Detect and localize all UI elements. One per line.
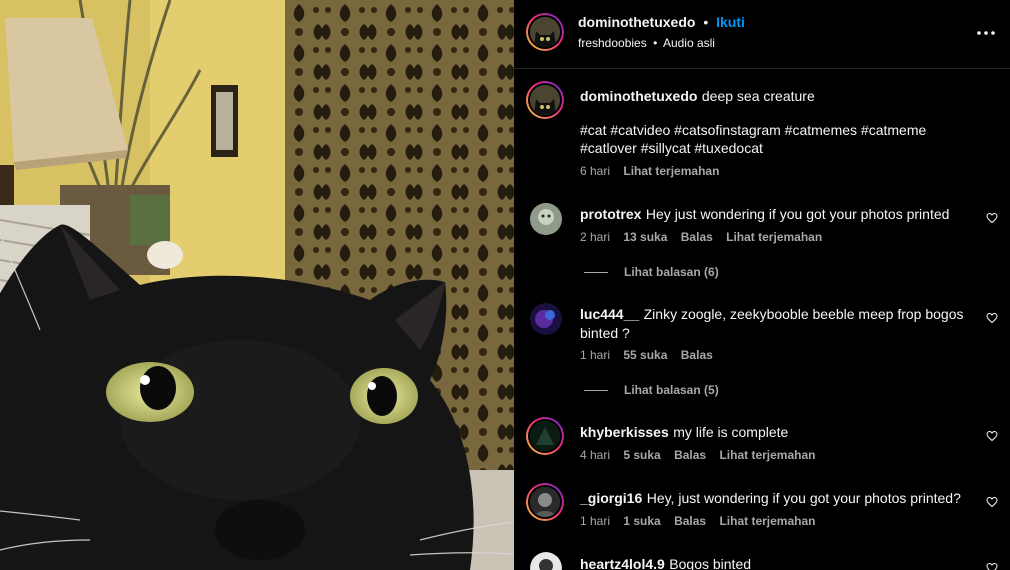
- heart-icon[interactable]: [986, 430, 998, 442]
- comment-text: Hey just wondering if you got your photo…: [645, 206, 950, 222]
- replies-line: [584, 272, 608, 274]
- comment-text: Hey, just wondering if you got your phot…: [646, 490, 961, 506]
- caption-hashtags[interactable]: #cat #catvideo #catsofinstagram #catmeme…: [580, 121, 980, 157]
- cat-avatar-icon: [530, 85, 560, 115]
- heart-icon[interactable]: [986, 562, 998, 570]
- comment-username[interactable]: khyberkisses: [580, 424, 669, 440]
- comment-text: my life is complete: [673, 424, 789, 440]
- comment-time[interactable]: 1 hari: [580, 348, 610, 362]
- more-horizontal-icon: [977, 31, 995, 35]
- comment-likes[interactable]: 55 suka: [623, 348, 667, 362]
- heart-icon[interactable]: [986, 312, 998, 324]
- reply-button[interactable]: Balas: [681, 230, 713, 244]
- comment-username[interactable]: heartz4lol4.9: [580, 556, 665, 570]
- comment-text: Bogos binted: [669, 556, 752, 570]
- avatar-image-icon: [530, 303, 562, 335]
- comment-likes[interactable]: 13 suka: [623, 230, 667, 244]
- caption-text: deep sea creature: [701, 88, 815, 104]
- comment-time[interactable]: 2 hari: [580, 230, 610, 244]
- audio-username[interactable]: freshdoobies: [578, 36, 647, 50]
- header-separator: •: [703, 14, 709, 30]
- caption-time[interactable]: 6 hari: [580, 164, 610, 178]
- caption-translate-link[interactable]: Lihat terjemahan: [623, 164, 719, 178]
- view-replies-link[interactable]: Lihat balasan (5): [584, 383, 719, 397]
- commenter-avatar[interactable]: [526, 417, 564, 455]
- comment-likes[interactable]: 1 suka: [623, 514, 660, 528]
- heart-icon[interactable]: [986, 496, 998, 508]
- commenter-avatar[interactable]: [530, 203, 562, 235]
- reply-button[interactable]: Balas: [674, 448, 706, 462]
- translate-link[interactable]: Lihat terjemahan: [719, 514, 815, 528]
- more-options-button[interactable]: [976, 26, 996, 42]
- post-header: dominothetuxedo • Ikuti freshdoobies • A…: [514, 0, 1010, 69]
- heart-icon[interactable]: [986, 212, 998, 224]
- view-replies-link[interactable]: Lihat balasan (6): [584, 265, 719, 279]
- avatar-image-icon: [530, 487, 560, 517]
- reply-button[interactable]: Balas: [681, 348, 713, 362]
- avatar-image-icon: [530, 552, 562, 570]
- caption-author-avatar[interactable]: [526, 81, 564, 119]
- follow-button[interactable]: Ikuti: [716, 14, 745, 30]
- comment-likes[interactable]: 5 suka: [623, 448, 660, 462]
- reply-button[interactable]: Balas: [674, 514, 706, 528]
- author-username[interactable]: dominothetuxedo: [578, 14, 695, 30]
- audio-title[interactable]: Audio asli: [663, 36, 715, 50]
- comment-username[interactable]: prototrex: [580, 206, 641, 222]
- comment-time[interactable]: 1 hari: [580, 514, 610, 528]
- avatar-image-icon: [530, 203, 562, 235]
- caption-username[interactable]: dominothetuxedo: [580, 88, 697, 104]
- post-media[interactable]: [0, 0, 514, 570]
- avatar-image-icon: [530, 421, 560, 451]
- comment-username[interactable]: _giorgi16: [580, 490, 642, 506]
- comment-time[interactable]: 4 hari: [580, 448, 610, 462]
- comment-username[interactable]: luc444__: [580, 306, 639, 322]
- replies-line: [584, 390, 608, 392]
- translate-link[interactable]: Lihat terjemahan: [719, 448, 815, 462]
- cat-avatar-icon: [530, 17, 560, 47]
- commenter-avatar[interactable]: [526, 483, 564, 521]
- commenter-avatar[interactable]: [530, 303, 562, 335]
- author-avatar[interactable]: [526, 13, 564, 51]
- post-info-panel: dominothetuxedo • Ikuti freshdoobies • A…: [514, 0, 1010, 570]
- translate-link[interactable]: Lihat terjemahan: [726, 230, 822, 244]
- cat-video-frame: [0, 0, 514, 570]
- commenter-avatar[interactable]: [530, 552, 562, 570]
